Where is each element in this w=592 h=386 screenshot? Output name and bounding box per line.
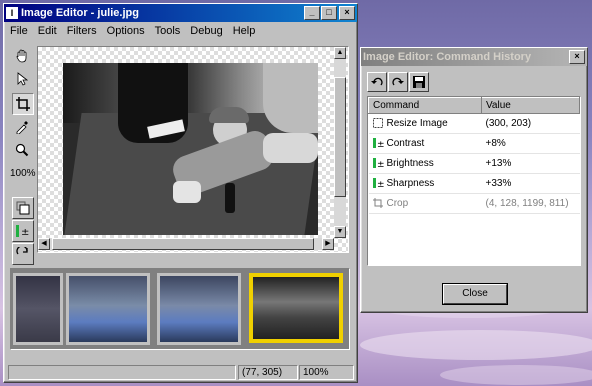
menu-debug[interactable]: Debug	[186, 25, 228, 37]
scroll-left-arrow[interactable]: ◀	[38, 238, 50, 250]
rotate-tool-button[interactable]	[12, 243, 34, 265]
table-row[interactable]: ± Contrast +8%	[368, 133, 580, 154]
menu-options[interactable]: Options	[103, 25, 151, 37]
table-row[interactable]: ± Sharpness +33%	[368, 173, 580, 194]
command-value: +33%	[481, 173, 580, 194]
svg-text:±: ±	[377, 140, 385, 148]
save-button[interactable]	[409, 72, 429, 92]
hand-icon	[16, 49, 27, 63]
history-titlebar[interactable]: Image Editor: Command History ×	[361, 48, 587, 66]
canvas-horizontal-scrollbar[interactable]: ◀ ▶	[38, 238, 334, 250]
menu-edit[interactable]: Edit	[34, 25, 63, 37]
history-table-container: Command Value Resize Image (300, 203) ± C…	[367, 96, 581, 266]
column-header-value[interactable]: Value	[481, 97, 580, 114]
canvas-vertical-scrollbar[interactable]: ▲ ▼	[334, 47, 346, 238]
svg-text:±: ±	[377, 180, 385, 188]
eyedropper-icon	[16, 121, 28, 134]
table-row[interactable]: Crop (4, 128, 1199, 811)	[368, 193, 580, 214]
thumbnail-3[interactable]	[157, 273, 241, 345]
command-history-window: Image Editor: Command History × Command …	[360, 47, 588, 313]
command-name: Brightness	[386, 158, 434, 169]
svg-text:±: ±	[377, 160, 385, 168]
edited-photo[interactable]	[63, 63, 318, 235]
app-icon: I	[6, 7, 18, 19]
history-close-button[interactable]: ×	[569, 50, 585, 64]
plus-minus-level-icon: ±	[372, 158, 385, 170]
thumbnail-1[interactable]	[13, 273, 63, 345]
menu-tools[interactable]: Tools	[151, 25, 187, 37]
history-close-dialog-button[interactable]: Close	[442, 283, 508, 305]
pointer-tool-button[interactable]	[12, 69, 32, 89]
image-editor-window: I Image Editor - julie.jpg _ □ × File Ed…	[3, 3, 358, 383]
crop-icon	[16, 97, 30, 111]
status-coords: (77, 305)	[238, 365, 298, 380]
horizontal-scroll-thumb[interactable]	[52, 238, 314, 250]
editor-title: Image Editor - julie.jpg	[21, 7, 139, 19]
editor-titlebar[interactable]: I Image Editor - julie.jpg _ □ ×	[4, 4, 357, 22]
vertical-scroll-thumb[interactable]	[334, 77, 346, 197]
status-zoom: 100%	[299, 365, 354, 380]
pointer-icon	[17, 72, 28, 86]
crop-tool-button[interactable]	[12, 93, 34, 115]
plus-minus-level-icon: ±	[16, 225, 29, 238]
plus-minus-level-icon: ±	[372, 178, 385, 190]
svg-text:±: ±	[21, 227, 29, 238]
crop-icon	[372, 198, 383, 209]
history-toolbar	[367, 72, 429, 92]
sky-cloud	[360, 330, 592, 360]
thumbnail-selected[interactable]	[249, 273, 343, 343]
menu-help[interactable]: Help	[229, 25, 262, 37]
status-message-pane	[8, 365, 236, 380]
history-table: Command Value Resize Image (300, 203) ± C…	[368, 97, 580, 214]
command-value: (300, 203)	[481, 113, 580, 134]
hand-tool-button[interactable]	[12, 46, 32, 66]
thumbnail-2[interactable]	[66, 273, 150, 345]
command-name: Sharpness	[386, 178, 435, 189]
levels-tool-button[interactable]: ±	[12, 220, 34, 242]
zoom-level: 100%	[10, 168, 36, 179]
status-bar: (77, 305) 100%	[6, 365, 354, 380]
menu-file[interactable]: File	[6, 25, 34, 37]
thumbnail-strip	[10, 268, 350, 350]
command-value: +8%	[481, 133, 580, 154]
magnifier-icon	[15, 143, 29, 157]
command-value: (4, 128, 1199, 811)	[481, 193, 580, 214]
scroll-right-arrow[interactable]: ▶	[322, 238, 334, 250]
resize-icon	[16, 201, 30, 215]
canvas-area[interactable]: ▲ ▼ ◀ ▶	[37, 46, 349, 253]
column-header-command[interactable]: Command	[368, 97, 482, 114]
redo-button[interactable]	[388, 72, 408, 92]
undo-button[interactable]	[367, 72, 387, 92]
zoom-tool-button[interactable]	[12, 140, 32, 160]
tool-palette: 100% ±	[8, 44, 36, 265]
command-name: Crop	[386, 198, 409, 209]
table-row[interactable]: ± Brightness +13%	[368, 153, 580, 174]
scroll-down-arrow[interactable]: ▼	[334, 226, 346, 238]
close-button[interactable]: ×	[339, 6, 355, 20]
menu-bar: File Edit Filters Options Tools Debug He…	[4, 22, 357, 40]
plus-minus-level-icon: ±	[372, 138, 385, 150]
rotate-icon	[16, 247, 28, 255]
scroll-up-arrow[interactable]: ▲	[334, 47, 346, 59]
history-title: Image Editor: Command History	[363, 51, 532, 63]
undo-icon	[371, 77, 383, 86]
command-name: Resize Image	[386, 118, 448, 129]
command-name: Contrast	[386, 138, 425, 149]
sky-cloud	[440, 365, 592, 385]
menu-filters[interactable]: Filters	[63, 25, 103, 37]
minimize-button[interactable]: _	[304, 6, 320, 20]
resize-tool-button[interactable]	[12, 197, 34, 219]
maximize-button[interactable]: □	[321, 6, 337, 20]
redo-icon	[392, 77, 404, 86]
eyedropper-tool-button[interactable]	[12, 117, 32, 137]
resize-icon	[372, 118, 383, 129]
floppy-disk-icon	[413, 76, 425, 88]
command-value: +13%	[481, 153, 580, 174]
table-row[interactable]: Resize Image (300, 203)	[368, 113, 580, 134]
